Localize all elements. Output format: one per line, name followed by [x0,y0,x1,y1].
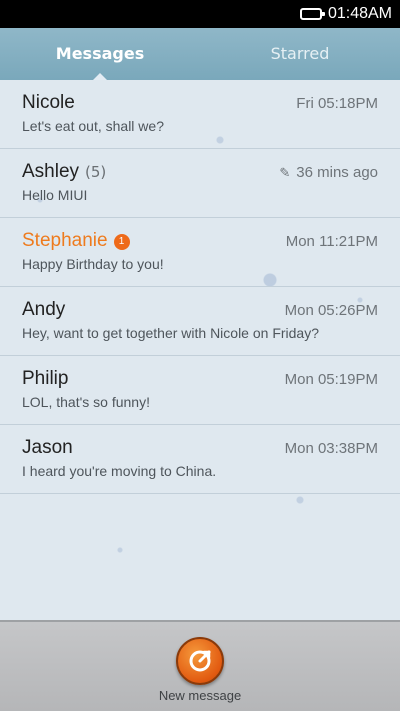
thread-list: Nicole Fri 05:18PM Let's eat out, shall … [0,80,400,620]
thread-time: Mon 05:19PM [284,371,378,388]
thread-row[interactable]: Philip Mon 05:19PM LOL, that's so funny! [0,356,400,425]
thread-preview: I heard you're moving to China. [22,463,217,479]
thread-count: (5) [85,163,107,181]
thread-time: 36 mins ago [296,164,378,181]
thread-row[interactable]: Nicole Fri 05:18PM Let's eat out, shall … [0,80,400,149]
thread-row[interactable]: Ashley (5) ✎ 36 mins ago Hello MIUI [0,149,400,218]
thread-row[interactable]: Stephanie 1 Mon 11:21PM Happy Birthday to… [0,218,400,287]
thread-preview: Hello MIUI [22,187,88,203]
unread-badge: 1 [113,234,130,250]
status-bar: 01:48AM [0,0,400,28]
thread-time: Fri 05:18PM [296,95,378,112]
status-time: 01:48AM [327,5,392,22]
new-message-button[interactable] [176,637,224,685]
bottom-bar: New message [0,620,400,711]
thread-name: Stephanie [22,230,108,251]
thread-row[interactable]: Andy Mon 05:26PM Hey, want to get togeth… [0,287,400,356]
thread-preview: Hey, want to get together with Nicole on… [22,325,320,341]
battery-icon [299,8,325,20]
tab-bar: Messages Starred [0,28,400,80]
thread-preview: Happy Birthday to you! [22,256,164,272]
thread-preview: LOL, that's so funny! [22,394,150,410]
thread-name: Nicole [22,92,75,113]
thread-preview: Let's eat out, shall we? [22,118,164,134]
thread-name: Andy [22,299,66,320]
thread-name: Jason [22,437,73,458]
tab-messages[interactable]: Messages [0,28,200,80]
thread-row[interactable]: Jason Mon 03:38PM I heard you're moving … [0,425,400,494]
thread-time: Mon 03:38PM [284,440,378,457]
tab-starred[interactable]: Starred [200,28,400,80]
pencil-icon: ✎ [279,165,291,180]
thread-time: Mon 05:26PM [284,302,378,319]
compose-icon [189,650,211,672]
thread-name: Philip [22,368,69,389]
thread-time: Mon 11:21PM [285,233,378,250]
thread-time-wrap: ✎ 36 mins ago [279,164,378,181]
thread-name: Ashley [22,161,80,182]
new-message-label: New message [158,688,242,703]
